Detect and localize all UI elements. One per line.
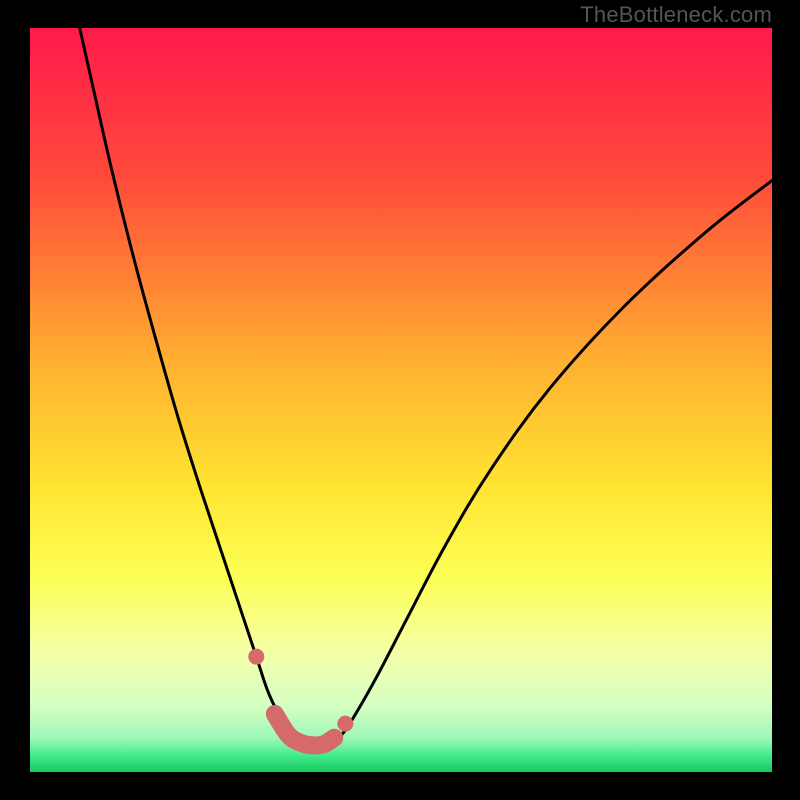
canvas: TheBottleneck.com (0, 0, 800, 800)
plot-area (30, 28, 772, 772)
watermark-text: TheBottleneck.com (580, 2, 772, 28)
valley-marker-end-dot (337, 716, 353, 732)
bottleneck-curve (80, 28, 772, 746)
valley-marker-start-dot (248, 649, 264, 665)
curve-svg (30, 28, 772, 772)
valley-marker-segment (275, 714, 334, 746)
